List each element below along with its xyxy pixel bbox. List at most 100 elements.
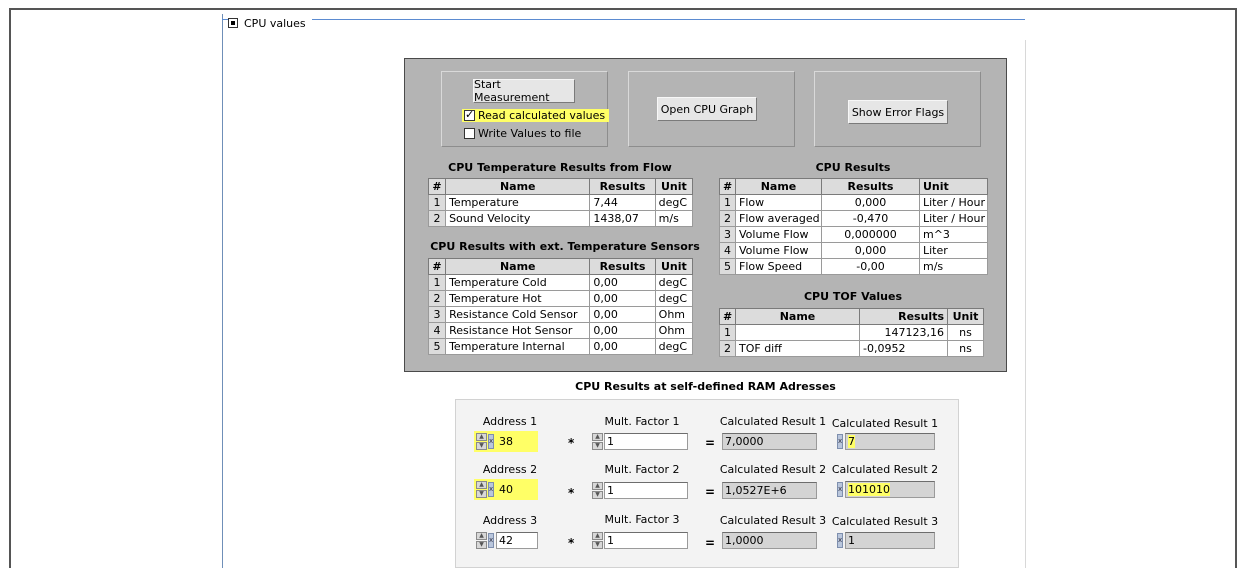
start-measurement-button[interactable]: Start Measurement [473, 78, 575, 104]
row-unit: m/s [919, 258, 988, 275]
increment-icon[interactable]: ▲ [592, 433, 603, 441]
decrement-icon[interactable]: ▼ [592, 491, 603, 499]
row-result: 1438,07 [589, 210, 656, 227]
row-result: 0,000 [821, 242, 920, 259]
radix-indicator-icon[interactable]: x [837, 533, 843, 548]
table-header-row: # Name Results Unit [719, 308, 984, 325]
table-row: 1 Flow 0,000 Liter / Hour [719, 194, 988, 211]
mult-factor-2-control[interactable]: ▲ ▼ 1 [592, 482, 688, 499]
row-name: Flow averaged [735, 210, 822, 227]
row-index: 5 [719, 258, 736, 275]
row-unit: m/s [654, 210, 694, 227]
table-row: 2 TOF diff -0,0952 ns [719, 340, 984, 357]
calculated-result-3b-value: 1 [845, 532, 935, 549]
show-error-flags-button[interactable]: Show Error Flags [848, 100, 948, 124]
row-name [735, 324, 860, 341]
column-header: Results [859, 308, 948, 325]
increment-icon[interactable]: ▲ [476, 532, 487, 540]
increment-icon[interactable]: ▲ [476, 481, 487, 489]
address-2-control[interactable]: ▲ ▼ x 40 [474, 479, 538, 500]
row-result: -0,00 [821, 258, 920, 275]
table-row: 4 Resistance Hot Sensor 0,00 Ohm [427, 322, 694, 339]
address-1-control[interactable]: ▲ ▼ x 38 [474, 431, 538, 452]
equals-operator: = [705, 485, 716, 499]
address-1-spinner[interactable]: ▲ ▼ [476, 433, 487, 450]
ext-temp-table: # Name Results Unit 1 Temperature Cold 0… [427, 258, 694, 355]
mult-factor-1-input[interactable]: 1 [604, 433, 688, 450]
row-unit: Liter / Hour [919, 210, 988, 227]
radix-indicator-icon[interactable]: x [488, 533, 494, 548]
row-result: 0,000 [821, 194, 920, 211]
mult-factor-2-label: Mult. Factor 2 [604, 463, 680, 476]
mult-factor-3-control[interactable]: ▲ ▼ 1 [592, 532, 688, 549]
window-title: CPU values [244, 16, 306, 30]
table-row: 1 147123,16 ns [719, 324, 984, 341]
increment-icon[interactable]: ▲ [592, 532, 603, 540]
read-calculated-values-checkbox[interactable]: Read calculated values [462, 108, 610, 122]
mult-factor-1-label: Mult. Factor 1 [604, 415, 680, 428]
address-1-input[interactable]: 38 [496, 433, 536, 450]
mult-factor-3-input[interactable]: 1 [604, 532, 688, 549]
column-header: # [427, 178, 447, 195]
column-header: Unit [919, 178, 988, 195]
mult-factor-2-spinner[interactable]: ▲ ▼ [592, 482, 603, 499]
row-index: 1 [719, 324, 736, 341]
radix-indicator-icon[interactable]: x [488, 482, 494, 497]
calculated-result-2b-value: 101010 [845, 481, 935, 498]
calculated-result-1-value: 7,0000 [722, 433, 817, 450]
decrement-icon[interactable]: ▼ [592, 541, 603, 549]
radix-indicator-icon[interactable]: x [837, 482, 843, 497]
mult-factor-1-spinner[interactable]: ▲ ▼ [592, 433, 603, 450]
window-icon [228, 18, 238, 28]
calculated-result-3b-label: Calculated Result 3 [831, 515, 939, 528]
column-header: Name [735, 308, 860, 325]
row-name: Temperature Hot [445, 290, 591, 307]
row-unit: degC [654, 194, 694, 211]
row-result: 7,44 [589, 194, 656, 211]
row-index: 3 [427, 306, 447, 323]
decrement-icon[interactable]: ▼ [476, 442, 487, 450]
write-values-to-file-checkbox[interactable]: Write Values to file [464, 127, 581, 140]
multiply-operator: * [568, 536, 575, 550]
column-header: Results [821, 178, 920, 195]
write-values-label: Write Values to file [478, 127, 582, 140]
temp-from-flow-title: CPU Temperature Results from Flow [448, 161, 672, 174]
increment-icon[interactable]: ▲ [476, 433, 487, 441]
address-1-label: Address 1 [482, 415, 538, 428]
mult-factor-2-input[interactable]: 1 [604, 482, 688, 499]
row-name: TOF diff [735, 340, 860, 357]
row-name: Temperature [445, 194, 591, 211]
tof-values-title: CPU TOF Values [803, 290, 903, 303]
column-header: # [427, 258, 447, 275]
row-name: Resistance Cold Sensor [445, 306, 591, 323]
row-index: 4 [427, 322, 447, 339]
address-3-spinner[interactable]: ▲ ▼ [476, 532, 487, 549]
address-3-input[interactable]: 42 [496, 532, 538, 549]
row-unit: degC [654, 338, 694, 355]
table-row: 2 Sound Velocity 1438,07 m/s [427, 210, 694, 227]
calculated-result-3b-control: x 1 [837, 532, 935, 549]
open-cpu-graph-button[interactable]: Open CPU Graph [657, 97, 757, 121]
address-2-spinner[interactable]: ▲ ▼ [476, 481, 487, 498]
row-index: 1 [427, 274, 447, 291]
increment-icon[interactable]: ▲ [592, 482, 603, 490]
mult-factor-3-spinner[interactable]: ▲ ▼ [592, 532, 603, 549]
read-calculated-check-icon[interactable] [464, 108, 475, 121]
row-unit: degC [654, 290, 694, 307]
table-row: 2 Temperature Hot 0,00 degC [427, 290, 694, 307]
calculated-result-2b-control: x 101010 [837, 481, 935, 498]
address-3-control[interactable]: ▲ ▼ x 42 [476, 532, 538, 549]
cpu-panel: Start Measurement Read calculated values… [404, 58, 1007, 372]
decrement-icon[interactable]: ▼ [476, 490, 487, 498]
address-2-input[interactable]: 40 [496, 481, 536, 498]
write-values-check-icon[interactable] [464, 128, 475, 139]
row-index: 1 [719, 194, 736, 211]
radix-indicator-icon[interactable]: x [837, 434, 843, 449]
calculated-result-3-value: 1,0000 [722, 532, 817, 549]
radix-indicator-icon[interactable]: x [488, 434, 494, 449]
mult-factor-1-control[interactable]: ▲ ▼ 1 [592, 433, 688, 450]
row-unit: ns [947, 324, 984, 341]
decrement-icon[interactable]: ▼ [476, 541, 487, 549]
decrement-icon[interactable]: ▼ [592, 442, 603, 450]
column-header: Unit [654, 178, 694, 195]
